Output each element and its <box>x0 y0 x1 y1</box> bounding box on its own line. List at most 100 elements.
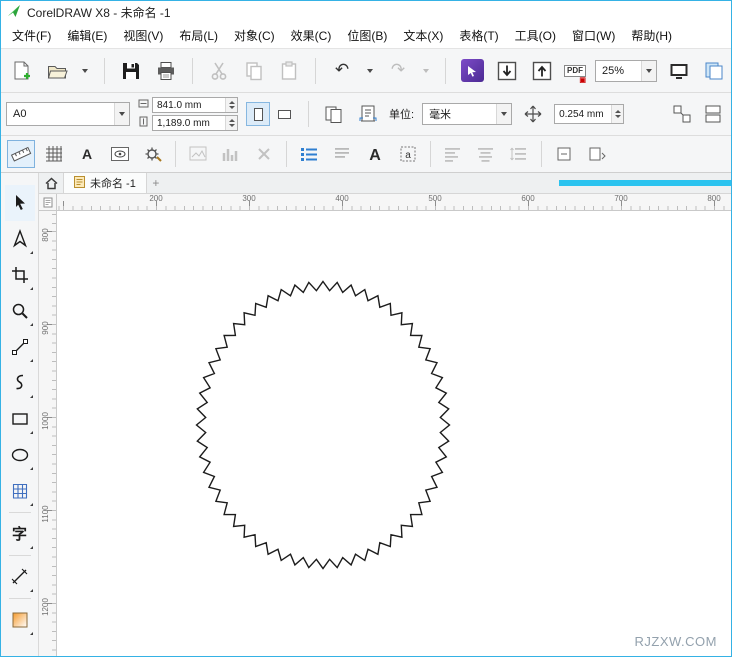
frame-icon[interactable] <box>550 140 578 168</box>
print-button[interactable] <box>153 58 179 84</box>
menu-bitmaps[interactable]: 位图(B) <box>339 23 395 48</box>
page-width-field[interactable]: 841.0 mm <box>152 97 238 113</box>
text-tool[interactable]: 字 <box>5 516 35 552</box>
nudge-spinner[interactable] <box>611 105 623 123</box>
ellipse-tool[interactable] <box>5 437 35 473</box>
page-size-caret[interactable] <box>114 103 129 125</box>
text-tool-glyph: 字 <box>12 527 27 542</box>
show-rulers-button[interactable] <box>701 58 727 84</box>
ruler-origin-button[interactable] <box>39 194 57 210</box>
units-caret[interactable] <box>496 104 511 124</box>
publish-pdf-button[interactable]: PDF ▣ <box>564 58 586 84</box>
text-settings-icon[interactable] <box>139 140 167 168</box>
menu-file[interactable]: 文件(F) <box>4 23 59 48</box>
dimension-tool[interactable] <box>5 559 35 595</box>
undo-dropdown[interactable] <box>364 58 376 84</box>
menu-layout[interactable]: 布局(L) <box>171 23 226 48</box>
character-formatting-icon[interactable]: A <box>73 140 101 168</box>
shape-tool[interactable] <box>5 221 35 257</box>
menu-edit[interactable]: 编辑(E) <box>59 23 115 48</box>
text-flow-icon[interactable] <box>583 140 611 168</box>
clear-transform-icon <box>250 140 278 168</box>
page-height-field[interactable]: 1,189.0 mm <box>152 115 238 131</box>
align-left-icon <box>439 140 467 168</box>
pick-tool[interactable] <box>5 185 35 221</box>
canvas[interactable]: 800900100011001200 RJZXW.COM <box>39 211 731 656</box>
menu-window[interactable]: 窗口(W) <box>564 23 623 48</box>
hruler-label: 500 <box>428 195 441 203</box>
page-width-spinner[interactable] <box>225 98 237 112</box>
toolbar2-separator <box>175 141 176 167</box>
graph-paper-tool[interactable] <box>5 473 35 509</box>
landscape-button[interactable] <box>272 102 296 126</box>
zoom-level-value: 25% <box>602 65 624 77</box>
units-select[interactable]: 毫米 <box>422 103 512 125</box>
save-button[interactable] <box>118 58 144 84</box>
fullscreen-preview-button[interactable] <box>666 58 692 84</box>
hruler-label: 200 <box>149 195 162 203</box>
character-box-icon[interactable]: a <box>394 140 422 168</box>
menu-object[interactable]: 对象(C) <box>226 23 283 48</box>
toolbar-separator <box>192 58 193 84</box>
new-tab-button[interactable]: + <box>147 173 165 193</box>
copy-icon[interactable] <box>241 58 267 84</box>
search-content-button[interactable] <box>459 58 485 84</box>
zoom-tool[interactable] <box>5 293 35 329</box>
open-button[interactable] <box>44 58 70 84</box>
redo-dropdown[interactable] <box>420 58 432 84</box>
bulleted-list-icon[interactable] <box>295 140 323 168</box>
open-dropdown[interactable] <box>79 58 91 84</box>
app-window: CorelDRAW X8 - 未命名 -1 文件(F)编辑(E)视图(V)布局(… <box>0 0 732 657</box>
portrait-button[interactable] <box>246 102 270 126</box>
horizontal-ruler[interactable]: 200300400500600700800 <box>57 194 731 210</box>
clipped-propbar-icon[interactable] <box>700 101 726 127</box>
menu-help[interactable]: 帮助(H) <box>623 23 680 48</box>
vertical-ruler[interactable]: 800900100011001200 <box>39 211 57 656</box>
redo-button[interactable]: ↷ <box>385 58 411 84</box>
document-tab[interactable]: 未命名 -1 <box>63 173 147 193</box>
freehand-tool[interactable] <box>5 329 35 365</box>
grid-icon[interactable] <box>40 140 68 168</box>
crop-tool[interactable] <box>5 257 35 293</box>
page-dimensions: 841.0 mm 1,189.0 mm <box>138 97 238 131</box>
paste-icon[interactable] <box>276 58 302 84</box>
zoom-dropdown-caret[interactable] <box>641 61 656 81</box>
toolbox-separator <box>9 512 31 513</box>
welcome-home-button[interactable] <box>39 173 63 193</box>
page-size-select[interactable]: A0 <box>6 102 130 126</box>
menu-table[interactable]: 表格(T) <box>451 23 506 48</box>
show-nonprinting-icon[interactable] <box>106 140 134 168</box>
toolbar2-separator <box>430 141 431 167</box>
document-area: 未命名 -1 + 200300400500600700800 800900100… <box>39 173 731 656</box>
page-height-spinner[interactable] <box>225 116 237 130</box>
vruler-label: 800 <box>42 225 50 245</box>
export-button[interactable] <box>529 58 555 84</box>
watermark-text: RJZXW.COM <box>635 634 718 649</box>
font-style-icon[interactable]: A <box>361 140 389 168</box>
menu-effects[interactable]: 效果(C) <box>283 23 340 48</box>
artistic-media-tool[interactable] <box>5 365 35 401</box>
duplicate-distance-icon[interactable] <box>669 101 695 127</box>
rectangle-tool[interactable] <box>5 401 35 437</box>
zoom-level-select[interactable]: 25% <box>595 60 657 82</box>
tab-bar-scroll-indicator[interactable] <box>559 180 731 186</box>
menu-view[interactable]: 视图(V) <box>115 23 171 48</box>
nudge-field[interactable]: 0.254 mm <box>554 104 624 124</box>
interactive-fill-tool[interactable] <box>5 602 35 638</box>
cut-icon[interactable] <box>206 58 232 84</box>
all-pages-button[interactable] <box>321 101 347 127</box>
import-button[interactable] <box>494 58 520 84</box>
menu-text[interactable]: 文本(X) <box>395 23 451 48</box>
window-title: CorelDRAW X8 - 未命名 -1 <box>27 4 171 21</box>
undo-button[interactable]: ↶ <box>329 58 355 84</box>
zigzag-circle-shape[interactable] <box>197 282 450 569</box>
hruler-label: 400 <box>335 195 348 203</box>
current-page-button[interactable] <box>355 101 381 127</box>
units-value: 毫米 <box>429 106 451 122</box>
page-height-icon <box>138 116 149 130</box>
menu-tools[interactable]: 工具(O) <box>507 23 564 48</box>
undo-icon: ↶ <box>335 62 349 79</box>
new-document-button[interactable] <box>9 58 35 84</box>
toolbar2-separator <box>541 141 542 167</box>
snap-ruler-icon[interactable] <box>7 140 35 168</box>
